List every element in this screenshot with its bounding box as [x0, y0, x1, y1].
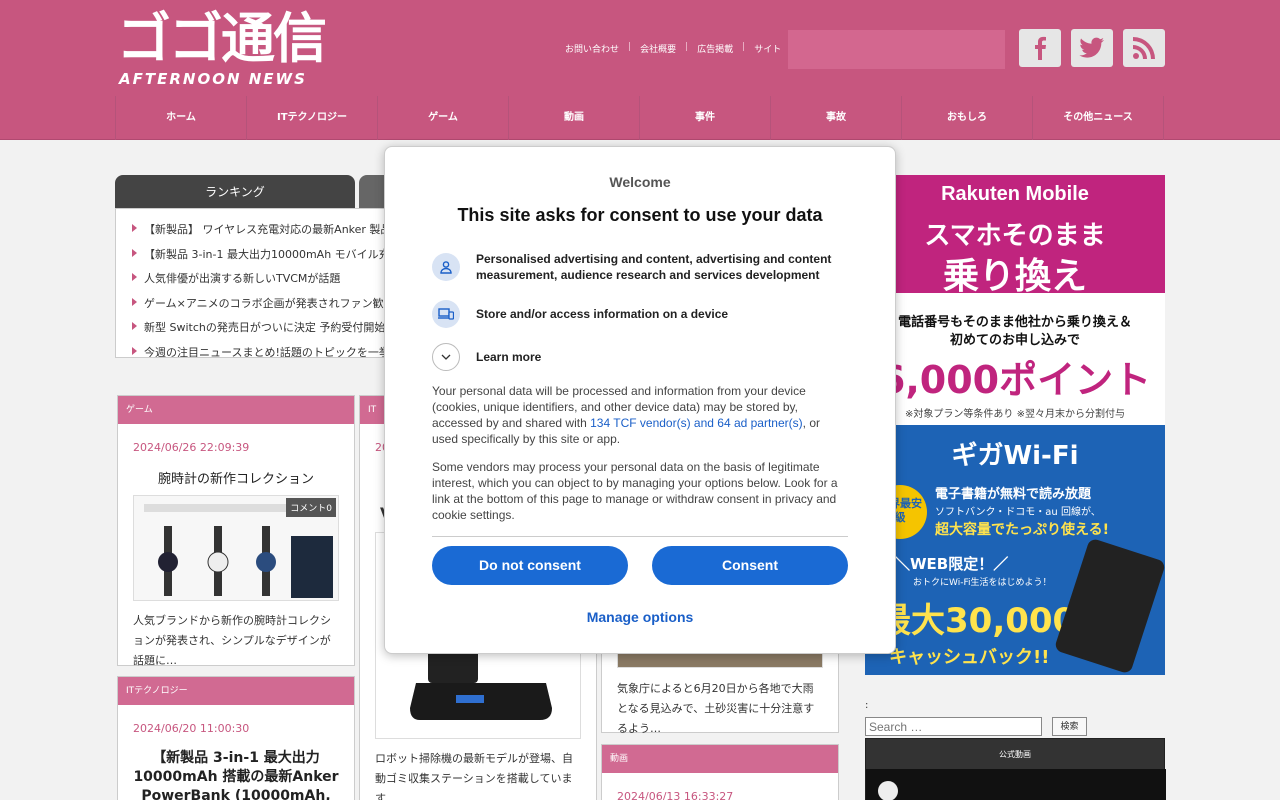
person-icon	[432, 253, 460, 281]
consent-heading: This site asks for consent to use your d…	[457, 205, 823, 225]
vendors-link[interactable]: 134 TCF vendor(s) and 64 ad partner(s)	[590, 416, 803, 430]
chevron-down-icon[interactable]	[432, 343, 460, 371]
purpose-text: Personalised advertising and content, ad…	[476, 252, 832, 282]
consent-paragraph-2: Some vendors may process your personal d…	[432, 460, 838, 522]
learn-more-label[interactable]: Learn more	[476, 349, 541, 365]
purpose-text: Store and/or access information on a dev…	[476, 307, 729, 321]
consent-button[interactable]: Consent	[652, 546, 848, 585]
purpose-store-access: Store and/or access information on a dev…	[432, 300, 852, 328]
consent-overlay: Welcome This site asks for consent to us…	[0, 0, 1280, 800]
manage-options-link[interactable]: Manage options	[385, 609, 895, 625]
learn-more-toggle[interactable]: Learn more	[432, 343, 852, 371]
consent-divider	[432, 536, 848, 537]
devices-icon	[432, 300, 460, 328]
consent-welcome: Welcome	[609, 174, 671, 190]
consent-dialog: Welcome This site asks for consent to us…	[384, 146, 896, 654]
consent-paragraph-1: Your personal data will be processed and…	[432, 383, 847, 447]
do-not-consent-button[interactable]: Do not consent	[432, 546, 628, 585]
purpose-personalised-ads: Personalised advertising and content, ad…	[432, 251, 852, 283]
